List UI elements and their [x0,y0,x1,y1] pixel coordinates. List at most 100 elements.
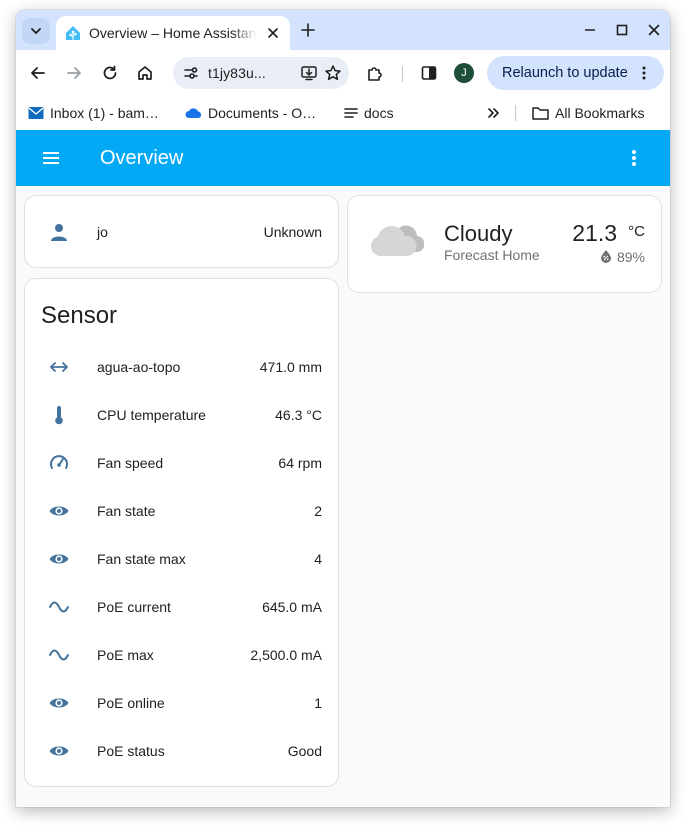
close-tab-icon[interactable] [266,26,280,40]
url-text: t1jy83u... [208,65,266,81]
sensor-value: 1 [314,695,322,711]
reload-icon [103,65,117,80]
browser-toolbar: t1jy83u... J Relaunch to update [16,50,670,96]
thermometer-icon [47,403,71,427]
chevron-down-icon [31,28,41,34]
sensor-value: 64 rpm [278,455,322,471]
more-bookmarks-button[interactable] [486,103,506,123]
gauge-icon [47,451,71,475]
install-app-icon[interactable] [300,64,318,82]
home-icon [138,66,152,80]
side-panel-button[interactable] [419,63,439,83]
person-name: jo [97,224,108,240]
arrow-left-icon [31,67,45,79]
back-button[interactable] [28,63,48,83]
water-percent-icon [601,250,611,263]
person-row[interactable]: jo Unknown [25,212,338,252]
person-card: jo Unknown [24,195,339,268]
puzzle-icon [368,67,382,81]
bookmarks-bar: Inbox (1) - bam… Documents - O… docs All… [16,96,670,130]
sensor-row[interactable]: agua-ao-topo 471.0 mm [25,347,338,387]
sensor-row[interactable]: CPU temperature 46.3 °C [25,395,338,435]
person-state: Unknown [263,224,322,240]
account-icon [47,220,71,244]
profile-avatar[interactable]: J [454,63,474,83]
sensor-value: 2 [314,503,322,519]
bookmark-star-icon[interactable] [324,64,342,82]
page-title: Overview [100,147,184,169]
sensor-name: PoE max [97,647,154,663]
minimize-icon[interactable] [582,22,598,38]
weather-card[interactable]: Cloudy Forecast Home 21.3 °C 89% [347,195,662,293]
sensor-row[interactable]: PoE max 2,500.0 mA [25,635,338,675]
tab-overview[interactable]: Overview – Home Assistant [56,16,290,50]
eye-icon [47,547,71,571]
side-panel-icon [421,66,437,80]
sensor-name: Fan speed [97,455,164,471]
sensor-name: Fan state max [97,551,186,567]
bookmark-documents[interactable]: Documents - O… [185,103,316,123]
arrow-left-right-icon [47,355,71,379]
lines-icon [344,108,358,118]
relaunch-label: Relaunch to update [502,65,628,81]
home-assistant-favicon-icon [66,26,80,40]
app-header: Overview [16,130,670,186]
eye-icon [47,499,71,523]
sensor-value: 46.3 °C [275,407,322,423]
reload-button[interactable] [100,63,120,83]
sensor-row[interactable]: Fan speed 64 rpm [25,443,338,483]
tab-title: Overview – Home Assistant [89,25,257,41]
maximize-icon[interactable] [614,22,630,38]
relaunch-to-update-button[interactable]: Relaunch to update [487,56,664,90]
onedrive-cloud-icon [185,108,202,118]
bookmark-inbox[interactable]: Inbox (1) - bam… [28,103,159,123]
menu-icon[interactable] [41,148,61,168]
bookmarks-divider [515,105,516,121]
extensions-button[interactable] [365,63,385,83]
weather-humidity: 89% [616,249,645,265]
sensor-value: 4 [314,551,322,567]
sensor-value: 471.0 mm [259,359,322,375]
temperature-unit: °C [628,223,645,240]
sensor-name: PoE online [97,695,165,711]
sensor-row[interactable]: PoE current 645.0 mA [25,587,338,627]
sensor-value: 2,500.0 mA [250,647,322,663]
home-button[interactable] [135,63,155,83]
eye-icon [47,691,71,715]
folder-icon [532,107,549,120]
weather-location: Forecast Home [444,247,540,263]
cloudy-icon [370,225,424,256]
site-settings-icon[interactable] [183,65,199,81]
sensor-card: Sensor agua-ao-topo 471.0 mm CPU tempera… [24,278,339,787]
sensor-name: PoE status [97,743,165,759]
toolbar-divider [402,66,403,82]
sensor-row[interactable]: PoE status Good [25,731,338,771]
sensor-row[interactable]: PoE online 1 [25,683,338,723]
sensor-name: CPU temperature [97,407,206,423]
tab-search-button[interactable] [22,18,50,44]
sensor-row[interactable]: Fan state 2 [25,491,338,531]
bookmark-docs[interactable]: docs [344,103,394,123]
forward-button[interactable] [64,63,84,83]
chevron-double-right-icon [488,108,499,118]
all-bookmarks-button[interactable]: All Bookmarks [532,103,644,123]
sensor-name: Fan state [97,503,156,519]
sensor-row[interactable]: Fan state max 4 [25,539,338,579]
sensor-value: 645.0 mA [262,599,322,615]
window-close-icon[interactable] [646,22,662,38]
card-title: Sensor [41,302,118,329]
address-bar[interactable]: t1jy83u... [173,57,349,89]
weather-condition: Cloudy [444,221,513,246]
browser-window: Overview – Home Assistant t1jy83u... J R… [16,10,670,807]
sine-wave-icon [47,595,71,619]
sensor-value: Good [287,743,322,759]
more-vert-icon[interactable] [624,148,644,168]
arrow-right-icon [67,67,81,79]
sensor-name: agua-ao-topo [97,359,181,375]
new-tab-icon[interactable] [299,21,317,39]
mail-icon [28,107,44,119]
sensor-name: PoE current [97,599,171,615]
sine-wave-icon [47,643,71,667]
eye-icon [47,739,71,763]
more-vert-icon [642,66,646,80]
